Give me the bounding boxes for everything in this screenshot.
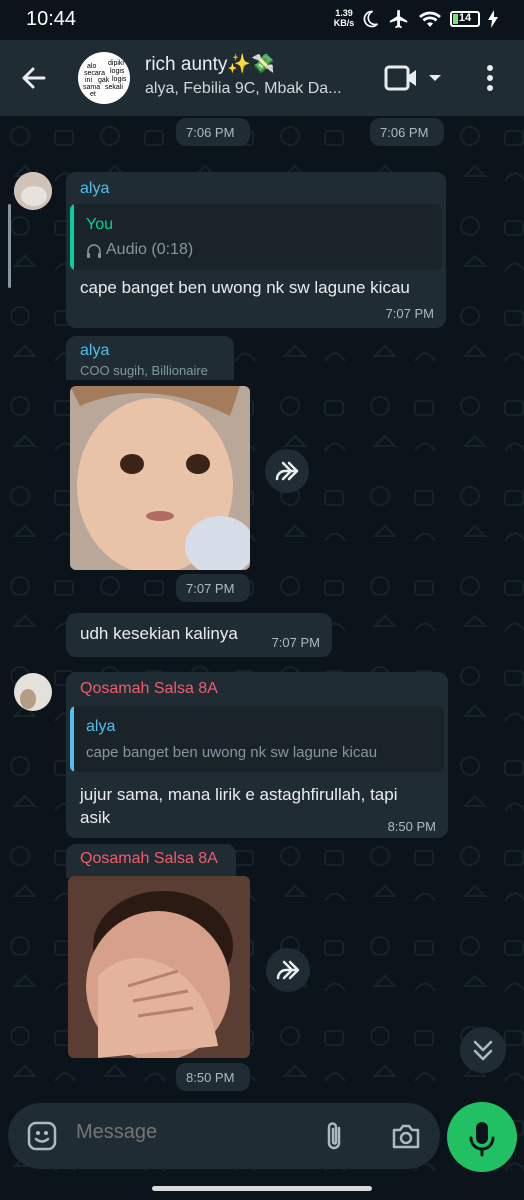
message-bubble[interactable]: udh kesekian kalinya 7:07 PM — [66, 613, 332, 657]
voice-message-button[interactable] — [447, 1102, 517, 1172]
quoted-text: cape banget ben uwong nk sw lagune kicau — [86, 744, 378, 761]
message-text: asik — [80, 808, 111, 827]
message-time: 7:07 PM — [186, 581, 235, 596]
group-title[interactable]: rich aunty✨💸 — [145, 52, 275, 76]
avatar-word: ini — [85, 77, 92, 84]
quoted-sender: You — [86, 216, 113, 233]
sender-status: COO sugih, Billionaire — [80, 363, 208, 378]
avatar-word: sama — [83, 84, 100, 91]
avatar-word: alo — [87, 63, 96, 70]
avatar[interactable] — [14, 673, 52, 711]
image-time-pill: 7:06 PM — [176, 118, 250, 146]
message-bubble[interactable]: Qosamah Salsa 8A — [66, 844, 236, 878]
sticker-icon[interactable] — [26, 1120, 58, 1152]
back-button[interactable] — [14, 58, 54, 98]
chat-header: alo dipiki secara logis ini gak logis sa… — [0, 40, 524, 116]
quoted-message[interactable]: You Audio (0:18) — [70, 204, 442, 270]
video-call-button[interactable] — [382, 62, 442, 94]
image-message[interactable] — [68, 876, 250, 1058]
sender-name[interactable]: alya — [80, 180, 109, 198]
battery-level: 14 — [458, 12, 472, 24]
avatar-word: dipiki — [108, 60, 124, 67]
chat-area[interactable]: 7:06 PM 7:06 PM alya You Audio (0:18) ca… — [0, 116, 524, 1200]
wifi-icon — [419, 11, 441, 27]
status-bar: 10:44 1.39 KB/s 14 — [0, 0, 524, 40]
avatar-word: secara — [84, 70, 105, 77]
message-input[interactable] — [76, 1121, 296, 1144]
message-text: jujur sama, mana lirik e astaghfirullah,… — [80, 785, 398, 804]
network-speed-value: 1.39 — [335, 8, 353, 18]
video-camera-icon — [384, 65, 441, 91]
home-indicator[interactable] — [152, 1186, 372, 1191]
forward-icon — [275, 461, 299, 481]
message-time: 8:50 PM — [387, 819, 436, 834]
network-speed: 1.39 KB/s — [331, 8, 357, 28]
avatar-word: sekali — [105, 84, 123, 91]
attach-icon[interactable] — [320, 1120, 350, 1152]
double-chevron-down-icon — [473, 1040, 493, 1061]
scrollbar[interactable] — [8, 204, 11, 288]
forward-button[interactable] — [266, 948, 310, 992]
image-time-pill: 7:06 PM — [370, 118, 444, 146]
scroll-to-bottom-button[interactable] — [460, 1027, 506, 1073]
image-message[interactable] — [70, 386, 250, 570]
avatar-word: et — [90, 91, 96, 98]
network-speed-unit: KB/s — [333, 18, 355, 28]
more-vertical-icon — [487, 65, 493, 91]
camera-icon[interactable] — [390, 1121, 422, 1151]
message-time: 8:50 PM — [186, 1070, 235, 1085]
image-time-pill: 7:07 PM — [176, 574, 250, 602]
message-time: 7:07 PM — [385, 306, 434, 321]
forward-button[interactable] — [265, 449, 309, 493]
airplane-icon — [389, 9, 408, 29]
avatar-word: logis — [110, 68, 125, 75]
avatar-word: gak — [98, 77, 110, 84]
charging-icon — [488, 10, 498, 28]
moon-icon — [363, 10, 379, 28]
arrow-left-icon — [22, 67, 46, 89]
message-time: 7:06 PM — [380, 125, 429, 140]
status-icons: 14 — [360, 8, 498, 30]
quoted-text: Audio (0:18) — [106, 241, 194, 258]
headphones-icon — [87, 244, 101, 258]
sender-name[interactable]: Qosamah Salsa 8A — [80, 850, 218, 868]
message-bubble[interactable]: alya COO sugih, Billionaire — [66, 336, 234, 380]
group-avatar[interactable]: alo dipiki secara logis ini gak logis sa… — [78, 52, 130, 104]
avatar[interactable] — [14, 172, 52, 210]
microphone-icon — [469, 1122, 495, 1157]
more-options-button[interactable] — [478, 60, 502, 96]
message-bubble[interactable]: alya You Audio (0:18) cape banget ben uw… — [66, 172, 446, 328]
quoted-sender: alya — [86, 718, 116, 735]
image-time-pill: 8:50 PM — [176, 1063, 250, 1091]
forward-icon — [276, 960, 300, 980]
message-bubble[interactable]: Qosamah Salsa 8A alya cape banget ben uw… — [66, 672, 448, 838]
avatar-word: logis — [112, 76, 127, 83]
message-text: udh kesekian kalinya — [80, 624, 238, 643]
message-text: cape banget ben uwong nk sw lagune kicau — [80, 278, 410, 297]
message-time: 7:07 PM — [271, 635, 320, 650]
status-time: 10:44 — [26, 8, 77, 30]
quoted-message[interactable]: alya cape banget ben uwong nk sw lagune … — [70, 706, 444, 772]
sender-name[interactable]: alya — [80, 342, 109, 360]
sender-name[interactable]: Qosamah Salsa 8A — [80, 680, 218, 698]
message-time: 7:06 PM — [186, 125, 235, 140]
group-participants[interactable]: alya, Febilia 9C, Mbak Da... — [145, 80, 360, 98]
message-composer — [8, 1103, 440, 1169]
battery-icon: 14 — [450, 11, 480, 27]
